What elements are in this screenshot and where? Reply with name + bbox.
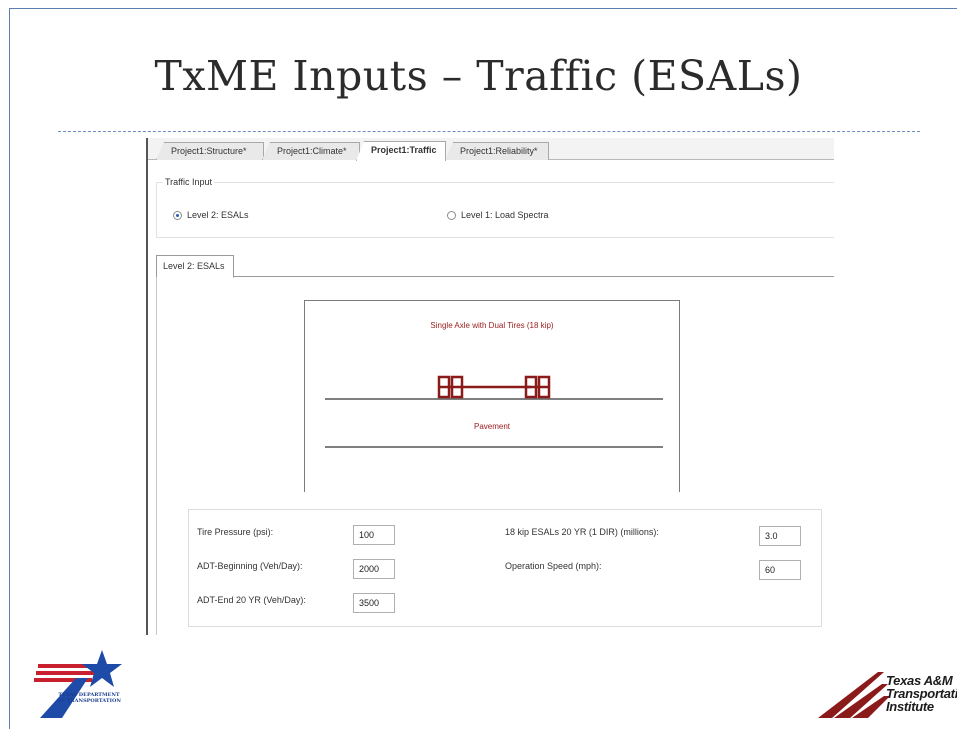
txdot-star-logo-icon [34, 650, 122, 718]
slide-title: TxME Inputs – Traffic (ESALs) [154, 52, 803, 100]
panel-border [156, 277, 157, 635]
tti-line-3: Institute [886, 699, 934, 714]
dual-tires-icon [437, 375, 551, 399]
esals-label: 18 kip ESALs 20 YR (1 DIR) (millions): [505, 527, 659, 537]
radio-selected-icon[interactable] [173, 210, 182, 220]
title-divider [58, 131, 920, 132]
subtab-level2-esals[interactable]: Level 2: ESALs [156, 255, 234, 278]
radio-level1-label: Level 1: Load Spectra [461, 210, 549, 220]
tab-climate[interactable]: Project1:Climate* [262, 142, 360, 160]
adt-end-label: ADT-End 20 YR (Veh/Day): [197, 595, 306, 605]
adt-beginning-input[interactable]: 2000 [353, 559, 395, 579]
level-subtab-bar: Level 2: ESALs [156, 255, 834, 278]
project-tab-bar: Project1:Structure* Project1:Climate* Pr… [148, 138, 834, 161]
tire-pressure-input[interactable]: 100 [353, 525, 395, 545]
traffic-input-group: Traffic Input Level 2: ESALs Level 1: Lo… [156, 177, 834, 238]
adt-beginning-label: ADT-Beginning (Veh/Day): [197, 561, 303, 571]
radio-level2-esals[interactable]: Level 2: ESALs [173, 210, 249, 220]
tire-pressure-label: Tire Pressure (psi): [197, 527, 274, 537]
txme-traffic-window: Project1:Structure* Project1:Climate* Pr… [146, 138, 834, 635]
axle-drawing [325, 375, 663, 448]
operation-speed-label: Operation Speed (mph): [505, 561, 602, 571]
tab-traffic[interactable]: Project1:Traffic [356, 141, 446, 161]
txdot-logo-text: TEXAS DEPARTMENT OF TRANSPORTATION [57, 692, 121, 704]
radio-unselected-icon[interactable] [447, 210, 456, 220]
pavement-label: Pavement [473, 422, 511, 431]
adt-end-input[interactable]: 3500 [353, 593, 395, 613]
radio-level1-load-spectra[interactable]: Level 1: Load Spectra [447, 210, 549, 220]
tti-logo-text: Texas A&M Transportation Institute [886, 674, 957, 713]
window-edge [146, 138, 148, 635]
radio-level2-label: Level 2: ESALs [187, 210, 249, 220]
operation-speed-input[interactable]: 60 [759, 560, 801, 580]
traffic-input-label: Traffic Input [163, 177, 215, 187]
tab-reliability[interactable]: Project1:Reliability* [445, 142, 549, 160]
tab-structure[interactable]: Project1:Structure* [156, 142, 264, 160]
esals-input[interactable]: 3.0 [759, 526, 801, 546]
axle-diagram: Single Axle with Dual Tires (18 kip) Pav… [304, 300, 680, 492]
traffic-fields-panel: Tire Pressure (psi): 100 ADT-Beginning (… [188, 509, 822, 627]
